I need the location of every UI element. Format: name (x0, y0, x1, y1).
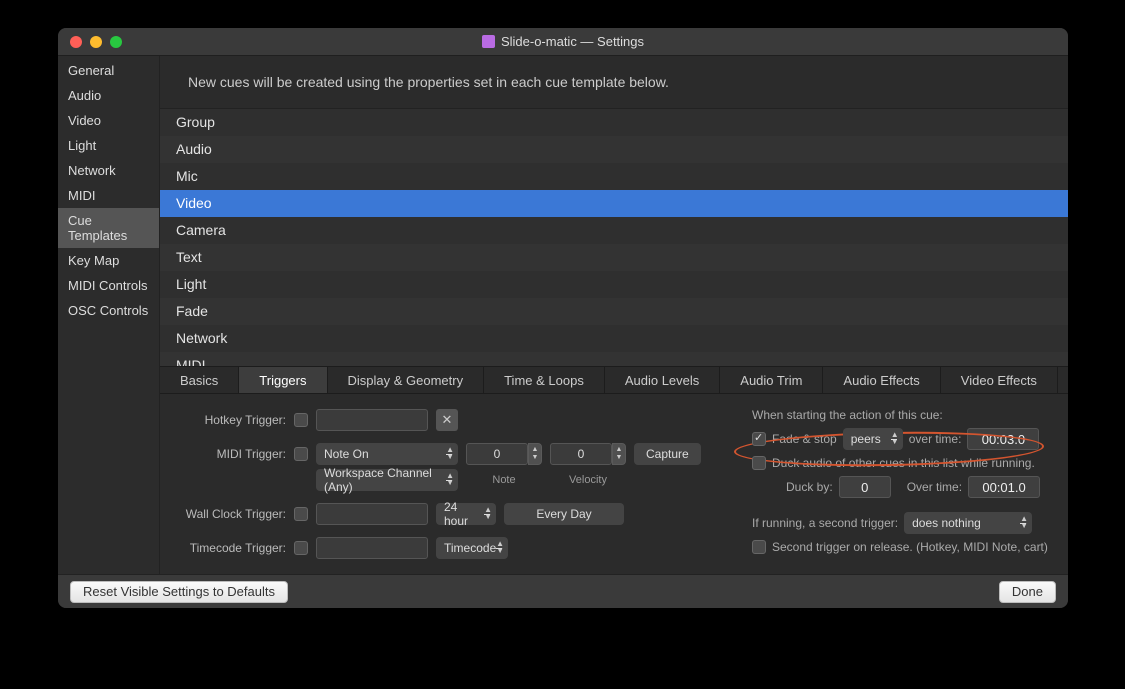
sidebar-item-midi[interactable]: MIDI (58, 183, 159, 208)
cue-row-group[interactable]: Group (160, 109, 1068, 136)
wallclock-format-select[interactable]: 24 hour▲▼ (436, 503, 496, 525)
midi-checkbox[interactable] (294, 447, 308, 461)
sidebar-item-audio[interactable]: Audio (58, 83, 159, 108)
hotkey-clear-button[interactable]: ✕ (436, 409, 458, 431)
duck-over-label: Over time: (907, 480, 962, 494)
cue-row-text[interactable]: Text (160, 244, 1068, 271)
second-trigger-row: If running, a second trigger: does nothi… (752, 512, 1050, 534)
midi-channel-select[interactable]: Workspace Channel (Any)▲▼ (316, 469, 458, 491)
tab-video-effects[interactable]: Video Effects (941, 367, 1058, 393)
wallclock-row: Wall Clock Trigger: 24 hour▲▼ Every Day (182, 502, 732, 526)
sidebar-item-key-map[interactable]: Key Map (58, 248, 159, 273)
midi-note-stepper[interactable]: 0 ▲▼ (466, 443, 542, 465)
cue-row-fade[interactable]: Fade (160, 298, 1068, 325)
tab-time-loops[interactable]: Time & Loops (484, 367, 605, 393)
tab-audio-levels[interactable]: Audio Levels (605, 367, 720, 393)
second-trigger-label: If running, a second trigger: (752, 516, 898, 530)
timecode-mode-select[interactable]: Timecode▲▼ (436, 537, 508, 559)
sidebar-item-cue-templates[interactable]: Cue Templates (58, 208, 159, 248)
timecode-checkbox[interactable] (294, 541, 308, 555)
duck-label: Duck audio of other cues in this list wh… (772, 456, 1035, 470)
cue-row-midi[interactable]: MIDI (160, 352, 1068, 366)
sidebar-item-network[interactable]: Network (58, 158, 159, 183)
wallclock-repeat-button[interactable]: Every Day (504, 503, 624, 525)
duck-row: Duck audio of other cues in this list wh… (752, 456, 1050, 470)
duck-time-field[interactable]: 00:01.0 (968, 476, 1040, 498)
footer: Reset Visible Settings to Defaults Done (58, 574, 1068, 608)
cue-row-light[interactable]: Light (160, 271, 1068, 298)
cue-row-audio[interactable]: Audio (160, 136, 1068, 163)
sidebar-item-video[interactable]: Video (58, 108, 159, 133)
midi-label: MIDI Trigger: (182, 447, 286, 461)
second-trigger-release-label: Second trigger on release. (Hotkey, MIDI… (772, 540, 1048, 554)
wallclock-checkbox[interactable] (294, 507, 308, 521)
hotkey-label: Hotkey Trigger: (182, 413, 286, 427)
midi-note-label: Note (466, 474, 542, 486)
hotkey-row: Hotkey Trigger: ✕ (182, 408, 732, 432)
tabbar: Basics Triggers Display & Geometry Time … (160, 366, 1068, 394)
body: General Audio Video Light Network MIDI C… (58, 56, 1068, 574)
fade-stop-time-field[interactable]: 00:03.0 (967, 428, 1039, 450)
sidebar-item-general[interactable]: General (58, 58, 159, 83)
hotkey-field[interactable] (316, 409, 428, 431)
timecode-label: Timecode Trigger: (182, 541, 286, 555)
tab-triggers[interactable]: Triggers (239, 367, 327, 393)
fade-stop-row: Fade & stop peers▲▼ over time: 00:03.0 (752, 428, 1050, 450)
duck-checkbox[interactable] (752, 456, 766, 470)
midi-capture-button[interactable]: Capture (634, 443, 701, 465)
midi-note-value[interactable]: 0 (466, 443, 528, 465)
midi-msg-type-select[interactable]: Note On▲▼ (316, 443, 458, 465)
second-trigger-release-row: Second trigger on release. (Hotkey, MIDI… (752, 540, 1050, 554)
stepper-arrows-icon[interactable]: ▲▼ (612, 443, 626, 465)
cue-template-list[interactable]: Group Audio Mic Video Camera Text Light … (160, 108, 1068, 366)
tab-audio-effects[interactable]: Audio Effects (823, 367, 940, 393)
wallclock-label: Wall Clock Trigger: (182, 507, 286, 521)
action-column: When starting the action of this cue: Fa… (732, 408, 1050, 560)
second-trigger-release-checkbox[interactable] (752, 540, 766, 554)
duck-by-field[interactable]: 0 (839, 476, 891, 498)
main: New cues will be created using the prope… (160, 56, 1068, 574)
duck-by-label: Duck by: (786, 480, 833, 494)
reset-defaults-button[interactable]: Reset Visible Settings to Defaults (70, 581, 288, 603)
cue-row-camera[interactable]: Camera (160, 217, 1068, 244)
triggers-left: Hotkey Trigger: ✕ MIDI Trigger: Note O (182, 408, 732, 560)
window-title: Slide-o-matic — Settings (58, 34, 1068, 49)
window-title-text: Slide-o-matic — Settings (501, 34, 644, 49)
settings-window: Slide-o-matic — Settings General Audio V… (58, 28, 1068, 608)
duck-values-row: Duck by: 0 Over time: 00:01.0 (752, 476, 1050, 498)
midi-row: MIDI Trigger: Note On▲▼ 0 ▲▼ 0 (182, 442, 732, 492)
sidebar-item-light[interactable]: Light (58, 133, 159, 158)
midi-velocity-label: Velocity (550, 474, 626, 486)
hotkey-checkbox[interactable] (294, 413, 308, 427)
second-trigger-select[interactable]: does nothing▲▼ (904, 512, 1032, 534)
hint-text: New cues will be created using the prope… (160, 56, 1068, 108)
sidebar-item-osc-controls[interactable]: OSC Controls (58, 298, 159, 323)
sidebar: General Audio Video Light Network MIDI C… (58, 56, 160, 574)
triggers-panel: Hotkey Trigger: ✕ MIDI Trigger: Note O (160, 394, 1068, 574)
fade-stop-checkbox[interactable] (752, 432, 766, 446)
cue-row-video[interactable]: Video (160, 190, 1068, 217)
fade-stop-scope-select[interactable]: peers▲▼ (843, 428, 903, 450)
cue-row-network[interactable]: Network (160, 325, 1068, 352)
titlebar: Slide-o-matic — Settings (58, 28, 1068, 56)
done-button[interactable]: Done (999, 581, 1056, 603)
tab-audio-trim[interactable]: Audio Trim (720, 367, 823, 393)
action-header: When starting the action of this cue: (752, 408, 1050, 422)
x-icon: ✕ (442, 412, 453, 428)
fade-stop-label: Fade & stop (772, 432, 837, 446)
midi-velocity-stepper[interactable]: 0 ▲▼ (550, 443, 626, 465)
timecode-row: Timecode Trigger: Timecode▲▼ (182, 536, 732, 560)
sidebar-item-midi-controls[interactable]: MIDI Controls (58, 273, 159, 298)
fade-stop-over-label: over time: (909, 432, 962, 446)
wallclock-field[interactable] (316, 503, 428, 525)
timecode-field[interactable] (316, 537, 428, 559)
midi-velocity-value[interactable]: 0 (550, 443, 612, 465)
tab-display-geometry[interactable]: Display & Geometry (328, 367, 485, 393)
stepper-arrows-icon[interactable]: ▲▼ (528, 443, 542, 465)
app-icon (482, 35, 495, 48)
tab-basics[interactable]: Basics (160, 367, 239, 393)
cue-row-mic[interactable]: Mic (160, 163, 1068, 190)
